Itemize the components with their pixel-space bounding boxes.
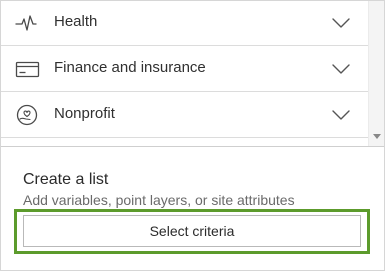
category-row-finance-and-insurance[interactable]: Finance and insurance [1,47,368,92]
credit-card-icon [15,58,41,80]
chevron-down-icon [332,16,350,28]
scroll-down-arrow-icon[interactable] [373,134,381,139]
hand-heart-icon [15,104,41,126]
heartbeat-icon [15,12,41,34]
category-label: Nonprofit [54,105,115,122]
category-label: Finance and insurance [54,59,206,76]
select-criteria-button[interactable]: Select criteria [23,215,361,247]
category-label: Health [54,13,98,30]
category-list: Health Finance and insurance Nonprofit [1,1,368,146]
scrollbar[interactable] [368,1,384,146]
chevron-down-icon [332,62,350,74]
create-list-title: Create a list [23,171,109,188]
section-divider [1,146,384,147]
category-row-nonprofit[interactable]: Nonprofit [1,93,368,138]
category-row-health[interactable]: Health [1,1,368,46]
chevron-down-icon [332,108,350,120]
panel: Health Finance and insurance Nonprofit C… [0,0,385,271]
create-list-description: Add variables, point layers, or site att… [23,192,295,208]
